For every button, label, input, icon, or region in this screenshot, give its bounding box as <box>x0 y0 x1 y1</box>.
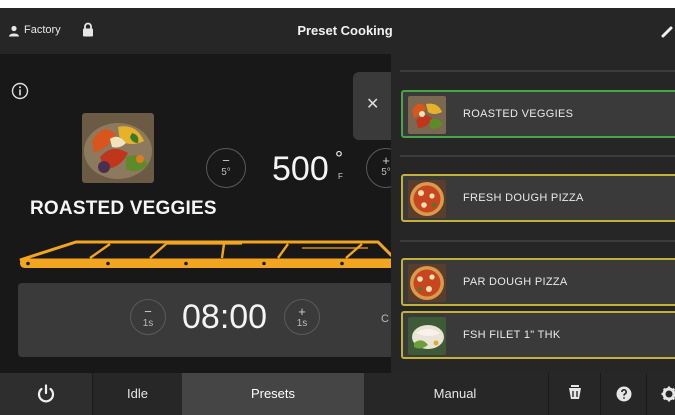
power-button[interactable] <box>0 373 92 415</box>
temperature-degree: ° <box>335 148 343 170</box>
conveyor-belt-graphic <box>19 240 398 268</box>
roasted-veggies-thumb <box>408 96 446 134</box>
cleaning-button[interactable] <box>548 373 600 415</box>
top-bar: Factory Preset Cooking <box>0 8 675 54</box>
close-preset-list-button[interactable]: ✕ <box>353 72 393 140</box>
preset-item-label: ROASTED VEGGIES <box>463 108 574 120</box>
page-title: Preset Cooking <box>297 23 393 38</box>
temperature-unit: F <box>338 172 343 181</box>
preset-item-roasted-veggies[interactable]: ROASTED VEGGIES <box>401 90 675 138</box>
close-icon: ✕ <box>366 96 380 113</box>
info-icon[interactable] <box>11 82 29 100</box>
preset-item-par-dough-pizza[interactable]: PAR DOUGH PIZZA <box>401 258 675 306</box>
help-icon <box>616 386 632 402</box>
temp-step-label: 5° <box>221 167 231 178</box>
timer-decrease-button[interactable]: − 1s <box>130 299 166 335</box>
preset-item-label: PAR DOUGH PIZZA <box>463 276 568 288</box>
preset-item-fsh-filet[interactable]: FSH FILET 1" THK <box>401 311 675 359</box>
list-divider <box>400 70 675 72</box>
nav-idle-button[interactable]: Idle <box>92 373 182 415</box>
chevron-icon[interactable] <box>660 22 675 42</box>
bottom-nav: Idle Presets Manual <box>0 373 675 415</box>
timer-step-label: 1s <box>142 318 154 329</box>
timer-increase-button[interactable]: + 1s <box>284 299 320 335</box>
cleaning-icon <box>569 385 581 399</box>
pizza-thumb <box>408 180 446 218</box>
gear-icon <box>661 386 675 402</box>
pizza-thumb <box>408 264 446 302</box>
preset-item-label: FSH FILET 1" THK <box>463 329 561 341</box>
timer-side-label: C <box>381 313 389 325</box>
power-icon <box>37 384 55 403</box>
cooking-main-area: ROASTED VEGGIES − 5° 500 ° F + 5° − 1s 0… <box>0 54 675 373</box>
nav-presets-tab[interactable]: Presets <box>182 373 364 415</box>
minus-icon: − <box>144 304 152 319</box>
temperature-value: 500 <box>272 150 329 188</box>
nav-manual-tab[interactable]: Manual <box>364 373 546 415</box>
fish-thumb <box>408 317 446 355</box>
timer-step-label: 1s <box>296 318 308 329</box>
list-divider <box>400 155 675 157</box>
preset-name: ROASTED VEGGIES <box>30 198 217 219</box>
temp-decrease-button[interactable]: − 5° <box>206 148 246 188</box>
list-divider <box>400 240 675 242</box>
help-button[interactable] <box>600 373 646 415</box>
timer-value: 08:00 <box>182 298 268 336</box>
oven-screen: Factory Preset Cooking ROASTED VEGGIES −… <box>0 8 675 415</box>
minus-icon: − <box>222 153 230 168</box>
settings-button[interactable] <box>646 373 675 415</box>
preset-item-label: FRESH DOUGH PIZZA <box>463 192 584 204</box>
roasted-veggies-image <box>82 113 154 183</box>
plus-icon: + <box>298 304 306 319</box>
preset-item-fresh-dough-pizza[interactable]: FRESH DOUGH PIZZA <box>401 174 675 222</box>
